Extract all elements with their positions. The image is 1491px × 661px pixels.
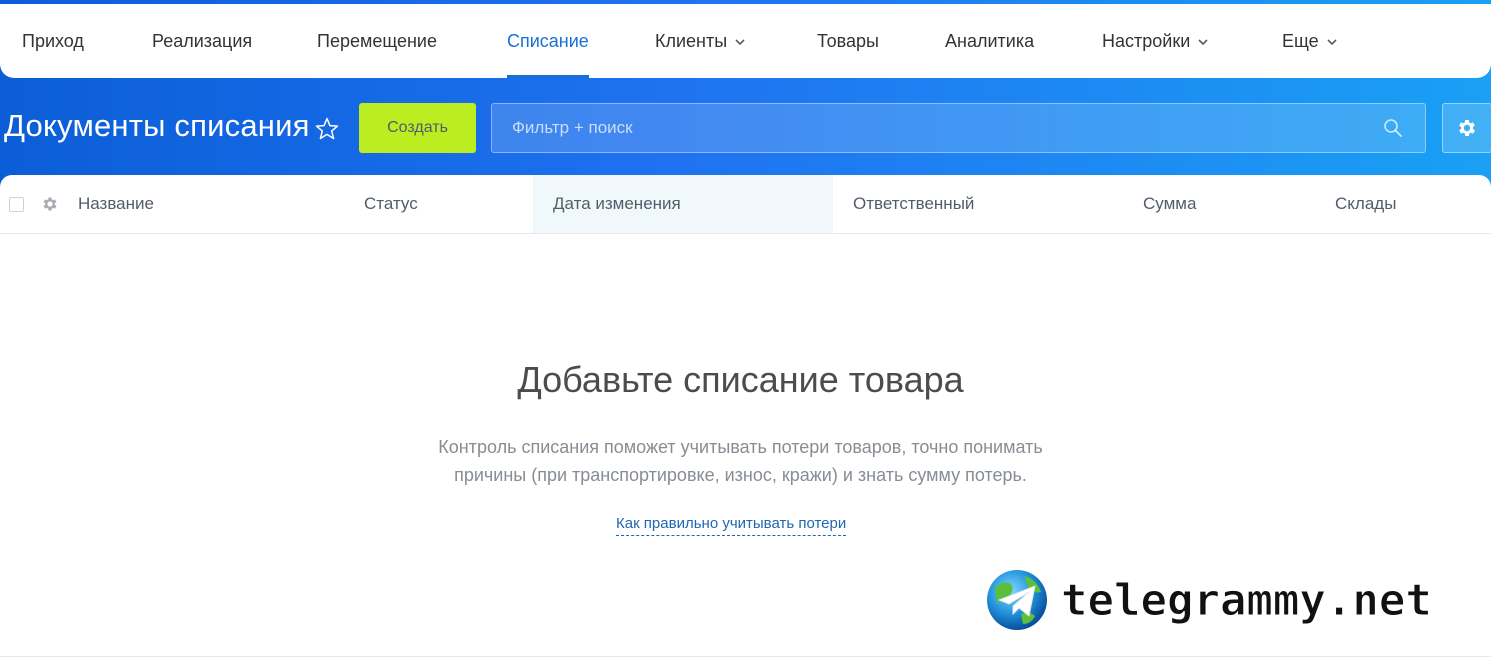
column-header-responsible[interactable]: Ответственный	[853, 175, 1113, 233]
filter-search-box[interactable]	[491, 103, 1426, 153]
column-header-label: Название	[78, 194, 154, 213]
watermark: telegrammy.net	[985, 565, 1485, 635]
gear-icon[interactable]	[41, 195, 59, 213]
help-link[interactable]: Как правильно учитывать потери	[616, 515, 847, 536]
nav-item-label: Настройки	[1102, 30, 1191, 51]
column-header-label: Дата изменения	[553, 194, 681, 213]
nav-item-clients[interactable]: Клиенты	[655, 4, 745, 78]
nav-item-label: Аналитика	[945, 30, 1035, 51]
page-header: Документы списания Создать	[0, 78, 1491, 178]
watermark-text: telegrammy.net	[1061, 574, 1433, 626]
nav-item-transfer[interactable]: Перемещение	[317, 4, 437, 78]
column-header-warehouses[interactable]: Склады	[1335, 175, 1485, 233]
nav-item-label: Клиенты	[655, 30, 728, 51]
grid-header: Название Статус Дата изменения Ответстве…	[0, 175, 1491, 234]
nav-item-label: Еще	[1282, 30, 1319, 51]
top-navigation: Приход Реализация Перемещение Списание К…	[0, 4, 1491, 78]
empty-state-description-line: Контроль списания поможет учитывать поте…	[438, 437, 1043, 457]
column-header-label: Сумма	[1143, 194, 1197, 213]
nav-item-label: Товары	[817, 30, 879, 51]
column-header-sum[interactable]: Сумма	[1143, 175, 1303, 233]
gear-icon	[1459, 120, 1475, 136]
column-header-status[interactable]: Статус	[364, 175, 524, 233]
nav-item-income[interactable]: Приход	[22, 4, 84, 78]
column-header-label: Ответственный	[853, 194, 975, 213]
column-header-label: Склады	[1335, 194, 1397, 213]
nav-item-sales[interactable]: Реализация	[152, 4, 252, 78]
nav-item-label: Приход	[22, 30, 84, 51]
column-header-label: Статус	[364, 194, 418, 213]
nav-item-label: Перемещение	[317, 30, 437, 51]
telegram-globe-logo-icon	[987, 570, 1047, 630]
select-all-checkbox[interactable]	[9, 197, 24, 212]
empty-state-title: Добавьте списание товара	[517, 359, 964, 400]
nav-item-analytics[interactable]: Аналитика	[945, 4, 1034, 78]
nav-item-writeoff[interactable]: Списание	[507, 4, 589, 78]
chevron-down-icon	[735, 39, 745, 46]
page-title: Документы списания	[4, 108, 310, 143]
search-input[interactable]	[492, 104, 1383, 152]
nav-item-more[interactable]: Еще	[1282, 4, 1337, 78]
column-header-name[interactable]: Название	[78, 175, 358, 233]
nav-item-label: Списание	[507, 30, 589, 51]
star-icon[interactable]	[314, 116, 340, 142]
settings-button[interactable]	[1442, 103, 1491, 153]
chevron-down-icon	[1198, 39, 1208, 46]
search-icon[interactable]	[1383, 118, 1403, 138]
chevron-down-icon	[1327, 39, 1337, 46]
nav-item-products[interactable]: Товары	[817, 4, 879, 78]
nav-item-label: Реализация	[152, 30, 253, 51]
empty-state-description: Контроль списания поможет учитывать поте…	[410, 433, 1071, 489]
create-button[interactable]: Создать	[359, 103, 476, 153]
divider	[0, 656, 1491, 657]
column-header-date-modified[interactable]: Дата изменения	[533, 175, 833, 233]
empty-state-description-line: причины (при транспортировке, износ, кра…	[454, 465, 1027, 485]
nav-item-settings[interactable]: Настройки	[1102, 4, 1208, 78]
